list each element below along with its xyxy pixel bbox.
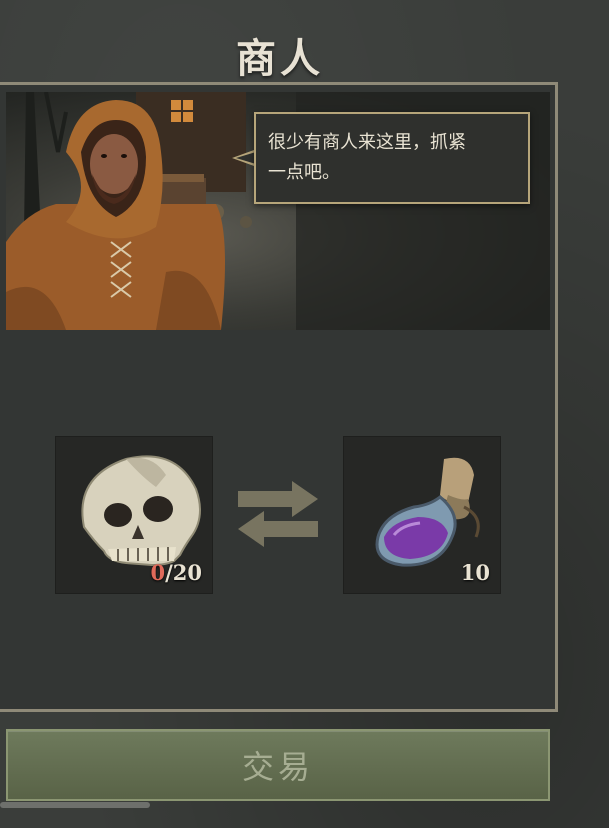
owned-count: 0 — [150, 560, 166, 585]
dialogue-line-1: 很少有商人来这里，抓紧 — [268, 132, 466, 153]
page-title: 商人 — [236, 36, 324, 82]
dialogue-line-2: 一点吧。 — [268, 162, 340, 183]
skull-count: 0/20 — [150, 560, 202, 585]
trade-receive-slot[interactable]: 10 — [343, 436, 501, 594]
potion-quantity: 10 — [460, 560, 490, 585]
speech-bubble: 很少有商人来这里，抓紧 一点吧。 — [254, 112, 530, 204]
exchange-arrows-icon — [238, 481, 318, 547]
trade-give-slot[interactable]: 0/20 — [55, 436, 213, 594]
required-count: /20 — [165, 560, 202, 585]
scrollbar[interactable] — [0, 802, 150, 808]
trade-button[interactable]: 交易 — [6, 729, 550, 801]
